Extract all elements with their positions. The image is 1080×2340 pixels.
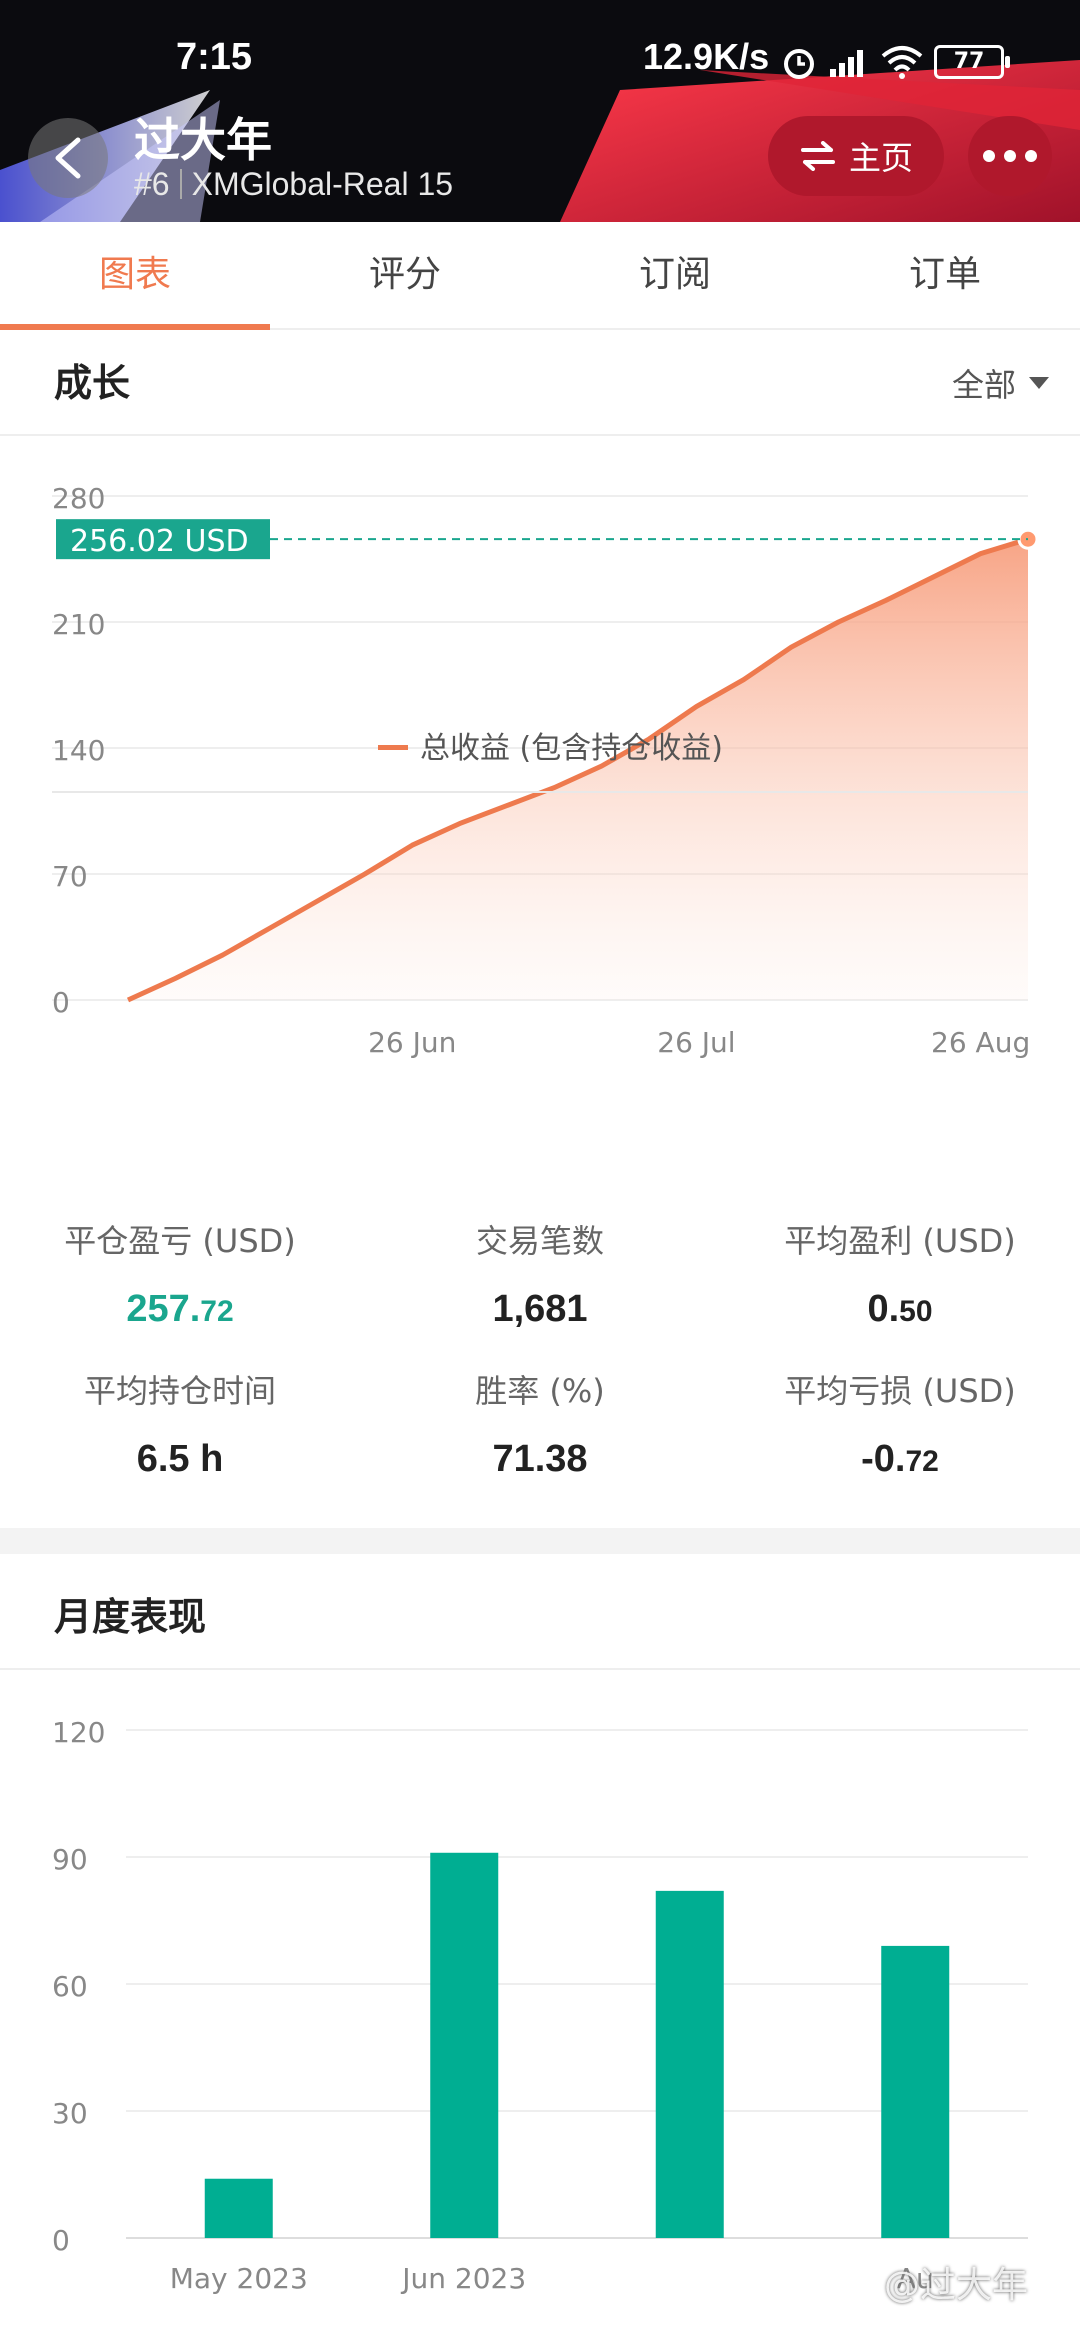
status-icons: 77 [780,40,1010,84]
stat-value-main: 0. [867,1288,900,1330]
x-tick-label: 26 Aug [931,1026,1030,1059]
growth-section-header: 成长 全部 [0,330,1080,436]
x-tick-label: 26 Jun [368,1026,456,1059]
y-tick-label: 90 [52,1843,88,1876]
range-filter-label: 全部 [951,366,1016,404]
tab-orders[interactable]: 订单 [810,222,1080,328]
tab-bar: 图表 评分 订阅 订单 [0,222,1080,330]
bar [430,1852,499,2238]
more-dot [983,150,995,162]
stat-value: 257.72 [0,1288,360,1331]
section-separator [0,1528,1080,1554]
bar [881,1945,950,2238]
stat-label: 胜率 (%) [475,1372,605,1410]
back-button[interactable] [28,118,108,198]
monthly-chart: 0306090120 May 2023 Jun 2023 Au [52,1716,1028,2295]
stat-value-frac: 72 [200,1295,234,1328]
battery-indicator: 77 [934,45,1010,79]
stat-value-main: -0. [861,1438,906,1480]
rank-label: #6 [134,166,170,202]
more-button[interactable] [968,116,1052,196]
y-tick-label: 30 [52,2097,88,2130]
stat-closed-pnl: 平仓盈亏 (USD) 257.72 [0,1216,360,1331]
signal-icon [830,50,863,77]
stat-avg-profit: 平均盈利 (USD) 0.50 [720,1216,1080,1331]
stat-label: 平仓盈亏 (USD) [64,1222,296,1260]
stat-value: 0.50 [720,1288,1080,1331]
y-tick-label: 60 [52,1970,88,2003]
tab-subscribe[interactable]: 订阅 [540,222,810,328]
y-tick-label: 280 [52,482,105,515]
wifi-icon [881,46,923,79]
stats-grid: 平仓盈亏 (USD) 257.72 交易笔数 1,681 平均盈利 (USD) … [0,1216,1080,1516]
home-button[interactable]: 主页 [768,116,944,196]
y-tick-label: 70 [52,860,88,893]
more-dot [1025,150,1037,162]
stat-win-rate: 胜率 (%) 71.38 [360,1366,720,1481]
y-tick-label: 0 [52,986,70,1019]
stat-value-frac: 50 [899,1295,933,1328]
x-tick-label: 26 Jul [657,1026,735,1059]
y-tick-label: 140 [52,734,105,767]
stat-value-main: 257. [126,1288,201,1330]
stat-value: 71.38 [492,1438,588,1480]
home-button-label: 主页 [848,139,913,177]
x-tick-label: Jun 2023 [400,2262,526,2295]
stat-trades: 交易笔数 1,681 [360,1216,720,1331]
bar [655,1890,724,2238]
growth-title: 成长 [54,361,131,405]
stat-avg-loss: 平均亏损 (USD) -0.72 [720,1366,1080,1481]
chevron-left-icon [55,137,81,179]
status-time: 7:15 [176,36,253,78]
stat-label: 平均亏损 (USD) [784,1372,1016,1410]
alarm-icon [784,49,814,79]
legend-label[interactable]: 总收益 (包含持仓收益) [420,731,723,766]
stat-label: 交易笔数 [475,1222,604,1260]
legend-swatch [378,745,408,750]
y-tick-label: 120 [52,1716,105,1749]
caret-down-icon [1029,377,1049,389]
bar [204,2178,273,2238]
tab-chart[interactable]: 图表 [0,222,270,330]
monthly-title: 月度表现 [54,1595,207,1639]
stat-avg-hold: 平均持仓时间 6.5 h [0,1366,360,1481]
watermark: @过大年 [884,2265,1029,2306]
account-label: XMGlobal-Real 15 [191,166,454,202]
y-tick-label: 0 [52,2224,70,2257]
growth-chart: 0 70 140 210 280 256.02 USD 26 Jun 26 Jul 26 A… [52,482,1039,1059]
page-title: 过大年 [134,113,272,167]
status-net-speed: 12.9K/s [643,36,770,77]
stat-label: 平均盈利 (USD) [784,1222,1016,1260]
app-header: 7:15 12.9K/s 77 过大年 #6 XMGlobal-Real 15 [0,0,1080,222]
x-tick-label: May 2023 [170,2262,308,2295]
y-tick-label: 210 [52,608,105,641]
more-dot [1004,150,1016,162]
stat-value: 1,681 [492,1288,588,1330]
swap-icon [800,141,835,171]
monthly-section-header: 月度表现 [0,1554,1080,1670]
stat-value-frac: 72 [905,1445,939,1478]
stat-label: 平均持仓时间 [83,1372,276,1410]
reference-value-label: 256.02 USD [70,524,249,559]
stat-value: 6.5 h [136,1438,224,1480]
stat-value: -0.72 [720,1438,1080,1481]
range-filter-dropdown[interactable]: 全部 [952,360,1050,406]
account-subtitle: #6 XMGlobal-Real 15 [134,166,453,203]
tab-rating[interactable]: 评分 [270,222,540,328]
